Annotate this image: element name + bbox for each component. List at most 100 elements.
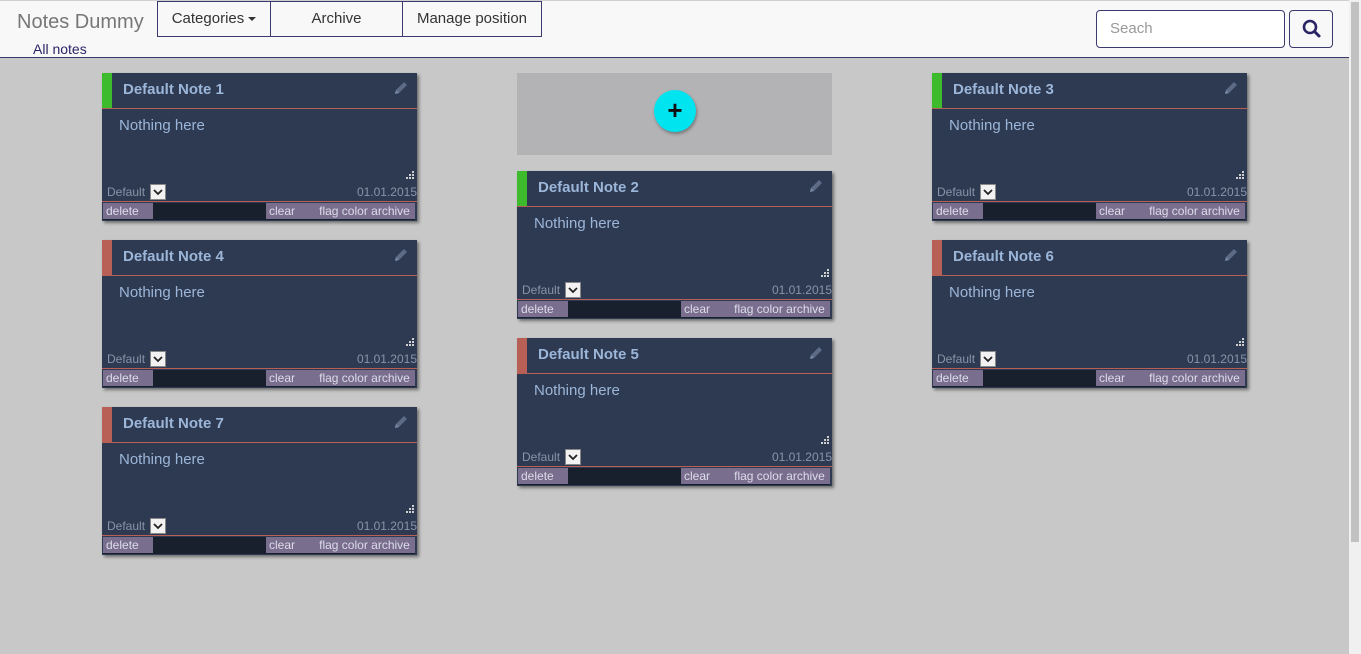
clear-button[interactable]: clear <box>1096 203 1144 219</box>
title-divider <box>517 206 832 207</box>
flag-color-button[interactable]: flag color <box>319 538 368 552</box>
note-category: Default <box>107 352 146 366</box>
flag-color-button[interactable]: flag color <box>319 371 368 385</box>
flag-color-button[interactable]: flag color <box>734 302 783 316</box>
flag-color-archive-group: flag color archive <box>314 537 415 553</box>
note-body[interactable]: Nothing here <box>119 284 205 301</box>
footer-divider <box>102 535 417 536</box>
note-card[interactable]: Default Note 1 Nothing here Default 01.0… <box>102 73 417 221</box>
flag-color-button[interactable]: flag color <box>1149 204 1198 218</box>
delete-button[interactable]: delete <box>933 203 983 219</box>
pencil-icon[interactable] <box>808 345 824 361</box>
note-title[interactable]: Default Note 5 <box>538 346 639 363</box>
category-select[interactable] <box>980 184 996 200</box>
note-category: Default <box>522 450 561 464</box>
category-select[interactable] <box>565 282 581 298</box>
clear-button[interactable]: clear <box>681 301 729 317</box>
note-card[interactable]: Default Note 5 Nothing here Default 01.0… <box>517 338 832 486</box>
note-title[interactable]: Default Note 4 <box>123 248 224 265</box>
pencil-icon[interactable] <box>808 178 824 194</box>
note-date: 01.01.2015 <box>1186 185 1247 199</box>
note-body[interactable]: Nothing here <box>119 117 205 134</box>
note-body[interactable]: Nothing here <box>534 215 620 232</box>
pencil-icon[interactable] <box>393 247 409 263</box>
note-title[interactable]: Default Note 6 <box>953 248 1054 265</box>
flag-color-button[interactable]: flag color <box>319 204 368 218</box>
note-body[interactable]: Nothing here <box>949 284 1035 301</box>
archive-note-button[interactable]: archive <box>786 469 825 483</box>
archive-note-button[interactable]: archive <box>371 204 410 218</box>
clear-button[interactable]: clear <box>681 468 729 484</box>
delete-button[interactable]: delete <box>103 370 153 386</box>
category-select[interactable] <box>150 518 166 534</box>
search-icon <box>1302 19 1321 38</box>
add-note-button[interactable]: + <box>654 90 696 132</box>
pencil-icon[interactable] <box>1223 247 1239 263</box>
delete-button[interactable]: delete <box>103 203 153 219</box>
clear-button[interactable]: clear <box>266 203 314 219</box>
footer-divider <box>102 201 417 202</box>
footer-divider <box>517 299 832 300</box>
resize-handle-icon[interactable] <box>1235 337 1245 347</box>
note-body[interactable]: Nothing here <box>534 382 620 399</box>
manage-position-label: Manage position <box>416 10 528 27</box>
flag-color-button[interactable]: flag color <box>734 469 783 483</box>
resize-handle-icon[interactable] <box>820 268 830 278</box>
category-select[interactable] <box>565 449 581 465</box>
categories-dropdown[interactable]: Categories <box>157 1 271 37</box>
note-card[interactable]: Default Note 3 Nothing here Default 01.0… <box>932 73 1247 221</box>
resize-handle-icon[interactable] <box>405 170 415 180</box>
archive-note-button[interactable]: archive <box>1201 204 1240 218</box>
archive-button[interactable]: Archive <box>270 1 403 37</box>
resize-handle-icon[interactable] <box>820 435 830 445</box>
delete-button[interactable]: delete <box>933 370 983 386</box>
clear-button[interactable]: clear <box>266 537 314 553</box>
note-flag <box>932 240 942 275</box>
note-action-bar: delete clear flag color archive <box>103 537 415 554</box>
resize-handle-icon[interactable] <box>405 337 415 347</box>
note-title[interactable]: Default Note 2 <box>538 179 639 196</box>
note-card[interactable]: Default Note 2 Nothing here Default 01.0… <box>517 171 832 319</box>
archive-note-button[interactable]: archive <box>786 302 825 316</box>
note-title[interactable]: Default Note 1 <box>123 81 224 98</box>
archive-note-button[interactable]: archive <box>371 371 410 385</box>
category-select[interactable] <box>150 184 166 200</box>
category-select[interactable] <box>150 351 166 367</box>
brand-title[interactable]: Notes Dummy <box>17 11 144 34</box>
delete-button[interactable]: delete <box>518 301 568 317</box>
note-title[interactable]: Default Note 3 <box>953 81 1054 98</box>
note-card[interactable]: Default Note 6 Nothing here Default 01.0… <box>932 240 1247 388</box>
note-body[interactable]: Nothing here <box>949 117 1035 134</box>
page-scrollbar[interactable] <box>1349 0 1361 654</box>
note-body[interactable]: Nothing here <box>119 451 205 468</box>
resize-handle-icon[interactable] <box>1235 170 1245 180</box>
scrollbar-thumb[interactable] <box>1351 2 1359 542</box>
category-select[interactable] <box>980 351 996 367</box>
search-button[interactable] <box>1289 10 1333 48</box>
note-date: 01.01.2015 <box>771 450 832 464</box>
note-action-bar: delete clear flag color archive <box>518 468 830 485</box>
all-notes-link[interactable]: All notes <box>33 41 87 57</box>
note-category: Default <box>107 519 146 533</box>
note-action-bar: delete clear flag color archive <box>933 370 1245 387</box>
resize-handle-icon[interactable] <box>405 504 415 514</box>
pencil-icon[interactable] <box>1223 80 1239 96</box>
note-card[interactable]: Default Note 7 Nothing here Default 01.0… <box>102 407 417 555</box>
delete-button[interactable]: delete <box>518 468 568 484</box>
search-input[interactable]: Seach <box>1096 10 1285 48</box>
flag-color-button[interactable]: flag color <box>1149 371 1198 385</box>
manage-position-button[interactable]: Manage position <box>402 1 542 37</box>
title-divider <box>102 108 417 109</box>
pencil-icon[interactable] <box>393 80 409 96</box>
note-category: Default <box>937 185 976 199</box>
note-flag <box>517 338 527 373</box>
archive-note-button[interactable]: archive <box>371 538 410 552</box>
chevron-down-icon <box>568 454 578 461</box>
clear-button[interactable]: clear <box>266 370 314 386</box>
note-card[interactable]: Default Note 4 Nothing here Default 01.0… <box>102 240 417 388</box>
pencil-icon[interactable] <box>393 414 409 430</box>
archive-note-button[interactable]: archive <box>1201 371 1240 385</box>
delete-button[interactable]: delete <box>103 537 153 553</box>
note-title[interactable]: Default Note 7 <box>123 415 224 432</box>
clear-button[interactable]: clear <box>1096 370 1144 386</box>
